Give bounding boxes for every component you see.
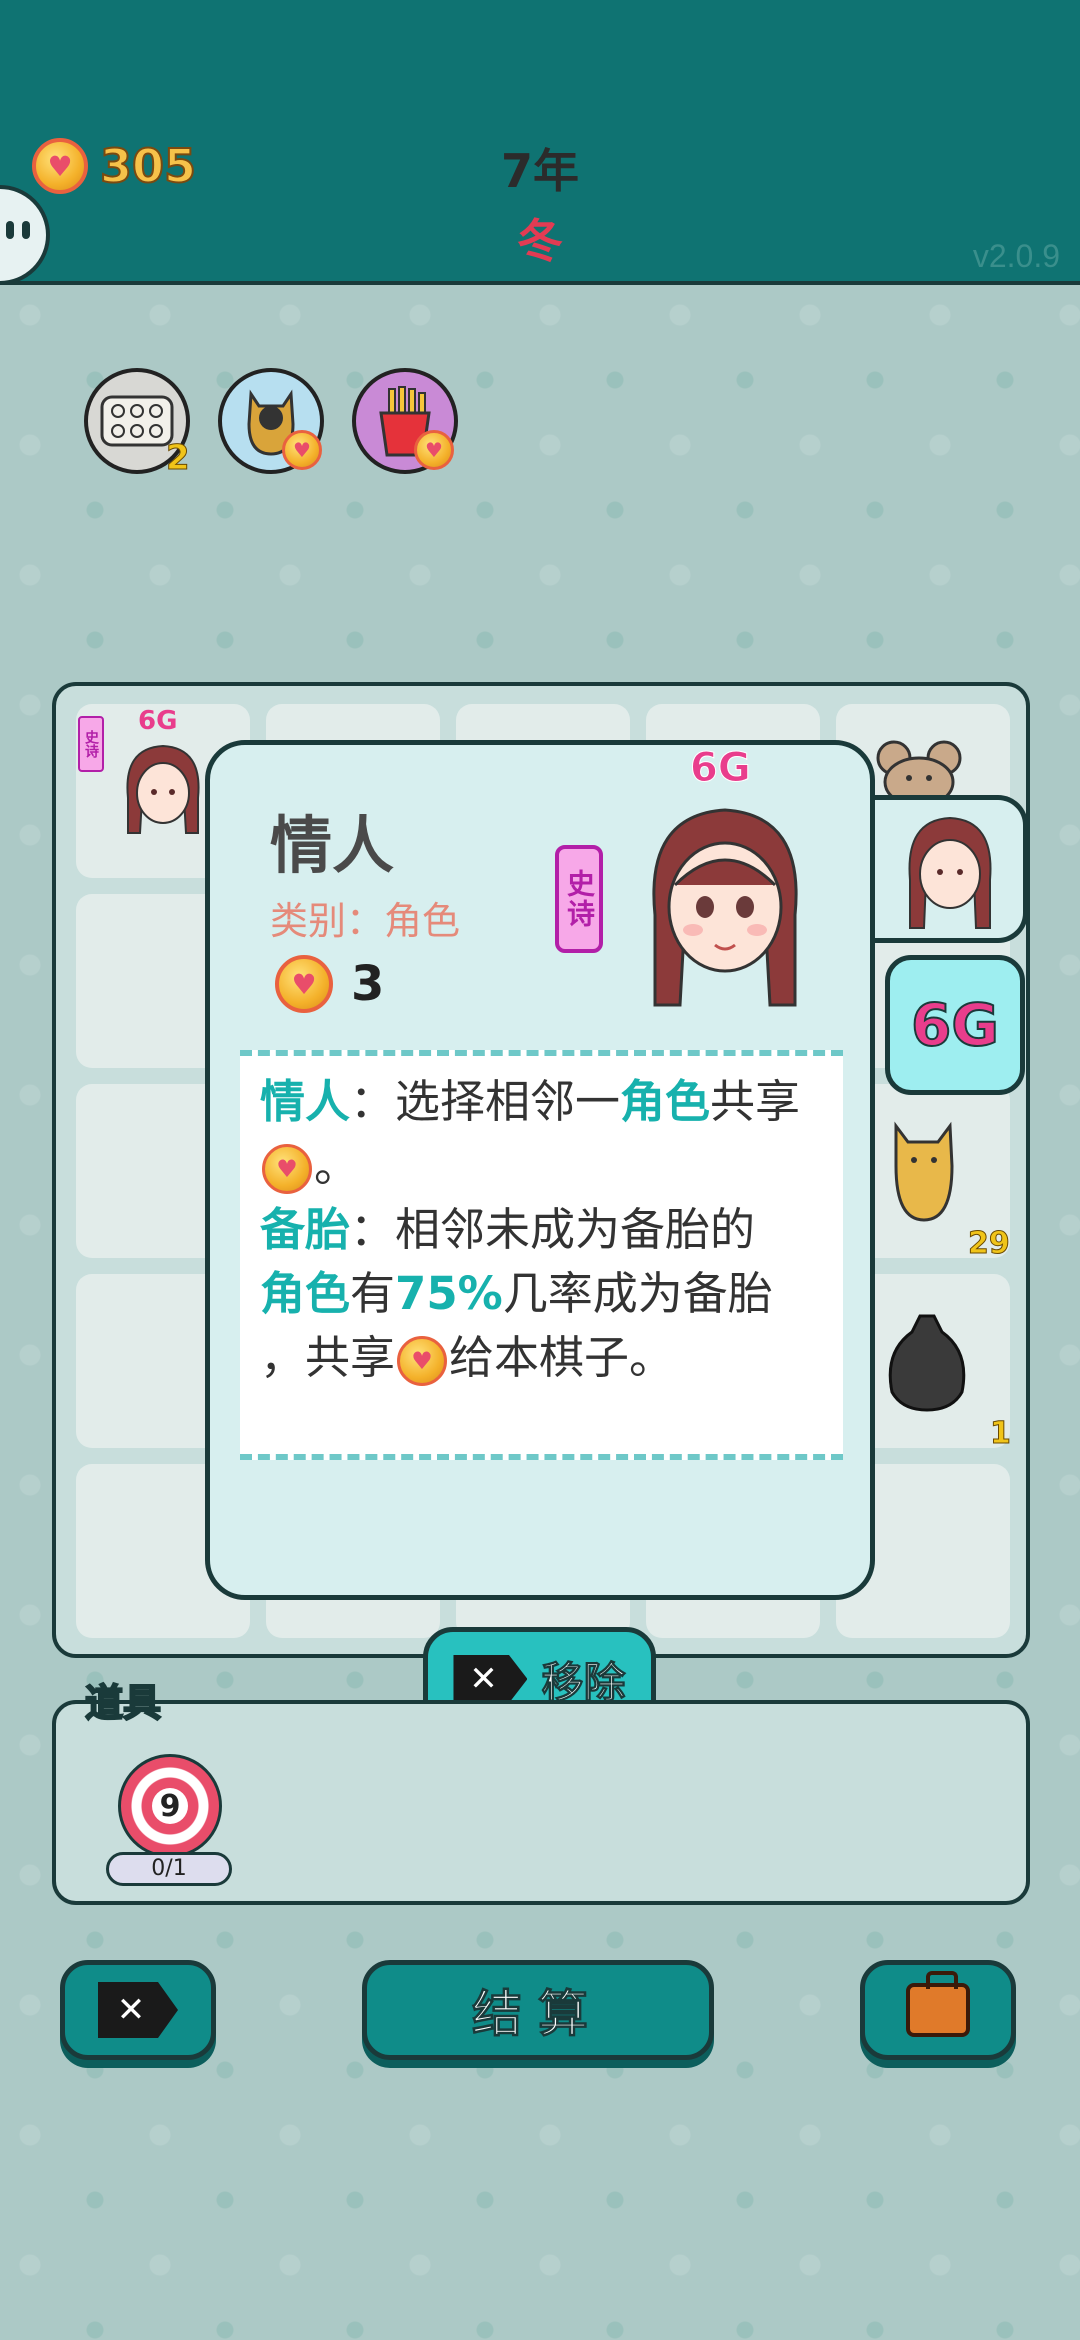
card-name: 情人 (270, 809, 395, 882)
tools-panel: 9 0/1 (52, 1700, 1030, 1905)
lover-portrait-icon (908, 816, 992, 929)
egg-tray-count: 2 (166, 438, 191, 479)
heart-coin-icon: ♥ (414, 430, 454, 470)
cancel-button[interactable]: ✕ (60, 1960, 216, 2060)
settle-label: 结算 (472, 1985, 604, 2044)
desc-text: 。 (314, 1139, 360, 1192)
heart-coin-icon: ♥ (282, 430, 322, 470)
rarity-tag: 史诗 (555, 845, 603, 953)
trash-count: 1 (990, 1416, 1012, 1452)
desc-line: ♥。 (260, 1134, 823, 1198)
desc-text: ，共享 (260, 1331, 396, 1384)
tab-portrait[interactable] (870, 795, 1028, 943)
egg-tray-icon (100, 395, 174, 447)
target-value: 9 (152, 1788, 188, 1824)
desc-text: ：相邻未成为备胎的 (350, 1203, 756, 1256)
tab-grade[interactable]: 6G (885, 955, 1025, 1095)
version-label: v2.0.9 (972, 238, 1060, 274)
ability-name: 情人 (260, 1075, 351, 1128)
lover-portrait-icon (652, 808, 798, 1007)
mini-grade-label: 6G (138, 706, 178, 736)
desc-line: ，共享 ♥ 给本棋子。 (260, 1326, 823, 1390)
card-description: 情人：选择相邻一角色共享 ♥。 备胎：相邻未成为备胎的 角色有75%几率成为备胎… (240, 1050, 843, 1460)
cat-count: 29 (968, 1226, 1011, 1262)
tool-count: 0/1 (106, 1852, 232, 1886)
heart-coin-icon: ♥ (275, 955, 333, 1013)
card-detail-popup: 情人 类别：角色 ♥ 3 史诗 6G 情人：选择相邻一角色共享 ♥。 备胎：相邻… (205, 740, 875, 1600)
desc-text: 给本棋子。 (449, 1331, 675, 1384)
close-icon: ✕ (453, 1655, 528, 1703)
card-category: 类别：角色 (270, 899, 461, 943)
settle-button[interactable]: 结算 (362, 1960, 714, 2060)
lover-portrait-icon (126, 744, 200, 834)
trash-bag-icon (888, 1314, 966, 1412)
tools-label: 道具 (84, 1680, 162, 1726)
desc-text: 共享 (710, 1075, 801, 1128)
desc-text: ：选择相邻一 (350, 1075, 621, 1128)
ability-name: 备胎 (260, 1203, 351, 1256)
season-label: 冬 (517, 214, 563, 268)
chance-value: 75% (395, 1267, 503, 1320)
desc-text: 几率成为备胎 (502, 1267, 773, 1320)
year-label: 7年 (500, 144, 579, 198)
top-bar: ♥ 305 7年 冬 v2.0.9 (0, 0, 1080, 285)
cost-value: 3 (351, 956, 385, 1012)
desc-line: 备胎：相邻未成为备胎的 (260, 1198, 823, 1262)
close-icon: ✕ (98, 1982, 178, 2038)
briefcase-icon (906, 1971, 970, 2037)
heart-coin-icon: ♥ (262, 1144, 312, 1194)
keyword-role: 角色 (260, 1267, 351, 1320)
target-tool-button[interactable]: 9 (118, 1754, 222, 1858)
bag-button[interactable] (860, 1960, 1016, 2060)
keyword-role: 角色 (620, 1075, 711, 1128)
grade-label: 6G (690, 745, 752, 792)
mini-rarity-tag: 史诗 (78, 716, 104, 772)
heart-coin-icon: ♥ (397, 1336, 448, 1386)
desc-line: 角色有75%几率成为备胎 (260, 1262, 823, 1326)
card-cost: ♥ 3 (275, 955, 384, 1013)
desc-line: 情人：选择相邻一角色共享 (260, 1070, 823, 1134)
cat-icon (894, 1121, 954, 1222)
desc-text: 有 (350, 1267, 396, 1320)
